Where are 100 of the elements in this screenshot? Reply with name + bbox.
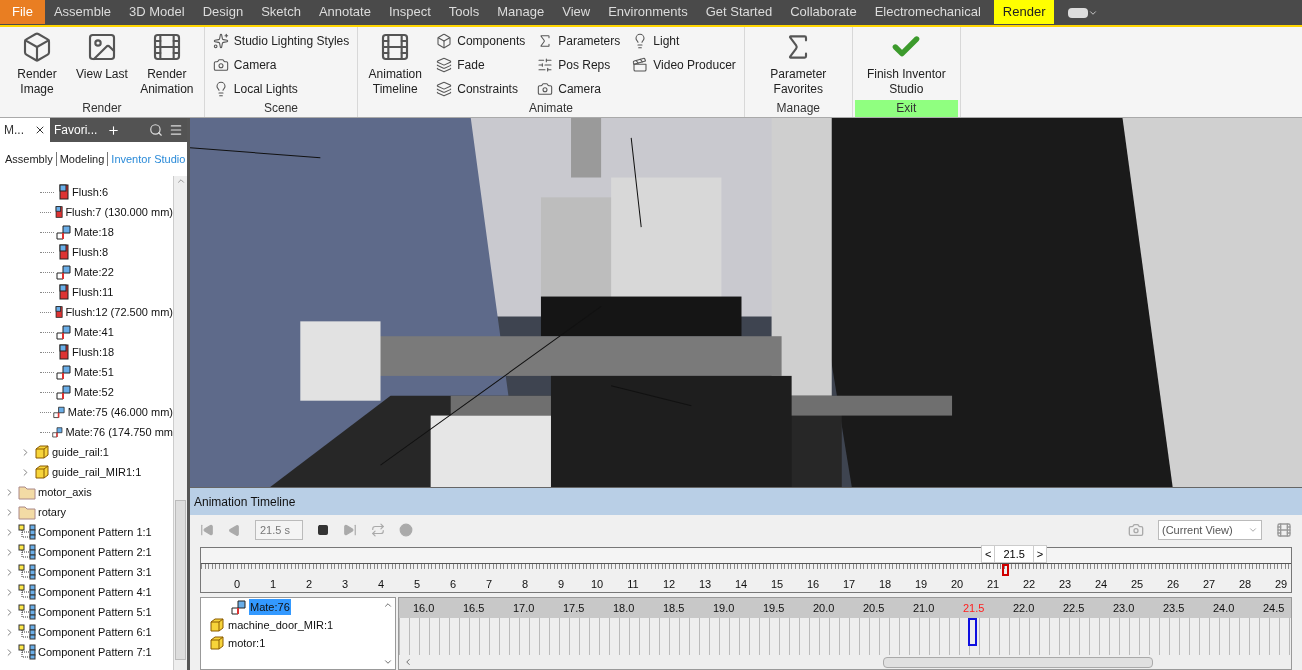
mate-constraint-icon [56,264,72,280]
tree-item[interactable]: Flush:6 [72,183,109,201]
tree-item[interactable]: Component Pattern 7:1 [38,643,152,661]
tree-item[interactable]: Component Pattern 3:1 [38,563,152,581]
ribbon-tab[interactable]: View [553,0,600,24]
film-icon[interactable] [1276,522,1292,538]
ribbon-tab[interactable]: Get Started [696,0,782,24]
time-label: 19.5 [763,600,786,616]
timeline-item[interactable]: Mate:76 [249,598,291,616]
ribbon-tab[interactable]: Manage [488,0,554,24]
tree-item[interactable]: Mate:41 [74,323,114,341]
tree-item[interactable]: Mate:18 [74,223,114,241]
current-time-value: 21.5 [995,544,1033,563]
scroll-left-icon[interactable] [403,657,413,667]
go-to-start-icon[interactable] [200,523,214,537]
view-link[interactable]: Assembly [5,150,53,168]
ribbon-tab[interactable]: Environments [599,0,697,24]
tree-item[interactable]: Component Pattern 6:1 [38,623,152,641]
ruler-label: 11 [626,576,640,592]
pattern-icon [18,564,36,580]
ribbon-tab[interactable]: Electromechanical [865,0,990,24]
go-to-end-icon[interactable] [343,523,357,537]
tree-item[interactable]: Mate:52 [74,383,114,401]
camera-icon[interactable] [1128,522,1144,538]
time-label: 20.5 [863,600,886,616]
scroll-up-icon[interactable] [175,176,186,186]
ribbon-button[interactable]: Components [436,31,526,51]
ribbon-button[interactable]: Parameters [537,31,621,51]
ribbon-button[interactable]: Light [632,31,736,51]
previous-button[interactable]: < [981,544,996,563]
add-icon[interactable] [107,123,121,137]
ribbon-button[interactable]: Camera [537,79,621,99]
ribbon-button[interactable]: Fade [436,55,526,75]
timeline-item[interactable]: machine_door_MIR:1 [227,616,335,634]
ruler-label: 28 [1237,576,1253,592]
ribbon-tab[interactable]: Tools [439,0,489,24]
time-field[interactable]: 21.5 s [255,520,303,540]
tree-item[interactable]: Component Pattern 2:1 [38,543,152,561]
ribbon-button[interactable]: Render Animation [133,31,200,100]
ribbon-button[interactable]: Pos Reps [537,55,621,75]
tree-item[interactable]: Component Pattern 4:1 [38,583,152,601]
view-link[interactable]: Modeling [59,150,105,168]
tree-item[interactable]: guide_rail_MIR1:1 [52,463,142,481]
ribbon-button[interactable]: Render Image [4,31,70,100]
tree-item[interactable]: Mate:76 (174.750 mm [65,423,173,441]
camera-dropdown[interactable]: (Current View) [1158,520,1262,540]
search-icon[interactable] [149,123,163,137]
tree-item[interactable]: rotary [38,503,67,521]
ribbon-button[interactable]: View Last [74,31,130,100]
tree-item[interactable]: Mate:22 [74,263,114,281]
record-icon[interactable] [399,523,413,537]
ribbon-button[interactable]: Video Producer [632,55,736,75]
menu-icon[interactable] [169,123,183,137]
tree-item[interactable]: Mate:51 [74,363,114,381]
ribbon-tab[interactable]: Annotate [309,0,380,24]
ribbon-tab[interactable]: Sketch [252,0,310,24]
ribbon-button[interactable]: Animation Timeline [362,31,429,100]
panel-title: Exit [854,100,958,117]
ruler-label: 19 [913,576,929,592]
scrollbar[interactable] [883,656,1153,668]
playhead-marker[interactable] [1002,563,1010,576]
browser-tab[interactable]: Favori... [50,118,125,142]
stop-icon[interactable] [317,524,329,536]
tree-item[interactable]: Flush:11 [72,283,114,301]
browser-tab[interactable]: M... [0,118,50,142]
ribbon-button[interactable]: Studio Lighting Styles [212,31,350,51]
ribbon-button[interactable]: Finish Inventor Studio [856,31,956,100]
ribbon-tab[interactable]: Assemble [44,0,121,24]
view-link[interactable]: Inventor Studio [111,150,186,168]
keyframe-marker[interactable] [968,618,977,646]
scrollbar[interactable] [173,176,187,670]
display-toggle-icon[interactable] [1068,8,1089,18]
repeat-icon[interactable] [371,523,385,537]
ribbon-tab[interactable]: 3D Model [120,0,194,24]
tree-item[interactable]: Flush:12 (72.500 mm) [65,303,173,321]
tree-item[interactable]: Mate:75 (46.000 mm) [67,403,173,421]
ribbon-tab[interactable]: Inspect [379,0,440,24]
ribbon-button[interactable]: Parameter Favorites [748,31,848,100]
ribbon-tab[interactable]: Collaborate [781,0,866,24]
ribbon-tab[interactable]: Render [993,0,1055,24]
ribbon-button[interactable]: Camera [212,55,350,75]
next-button[interactable]: > [1032,544,1048,563]
tree-item[interactable]: Flush:7 (130.000 mm) [65,203,173,221]
ribbon-tab[interactable]: Design [193,0,253,24]
play-reverse-icon[interactable] [228,523,241,537]
caret-icon[interactable] [1088,8,1099,18]
timeline-item[interactable]: motor:1 [227,634,267,652]
tree-item[interactable]: Component Pattern 5:1 [38,603,152,621]
tree-item[interactable]: Component Pattern 1:1 [38,523,152,541]
tree-item[interactable]: Flush:18 [72,343,115,361]
ribbon-button[interactable]: Local Lights [212,79,350,99]
tree-item[interactable]: motor_axis [38,483,92,501]
tree-item[interactable]: guide_rail:1 [52,443,109,461]
tool-icon [632,57,649,73]
scroll-up-icon[interactable] [383,600,393,610]
tree-item[interactable]: Flush:8 [72,243,109,261]
close-icon[interactable] [34,124,46,136]
scroll-down-icon[interactable] [383,657,393,667]
ruler-label: 15 [769,576,785,592]
ribbon-button[interactable]: Constraints [436,79,526,99]
